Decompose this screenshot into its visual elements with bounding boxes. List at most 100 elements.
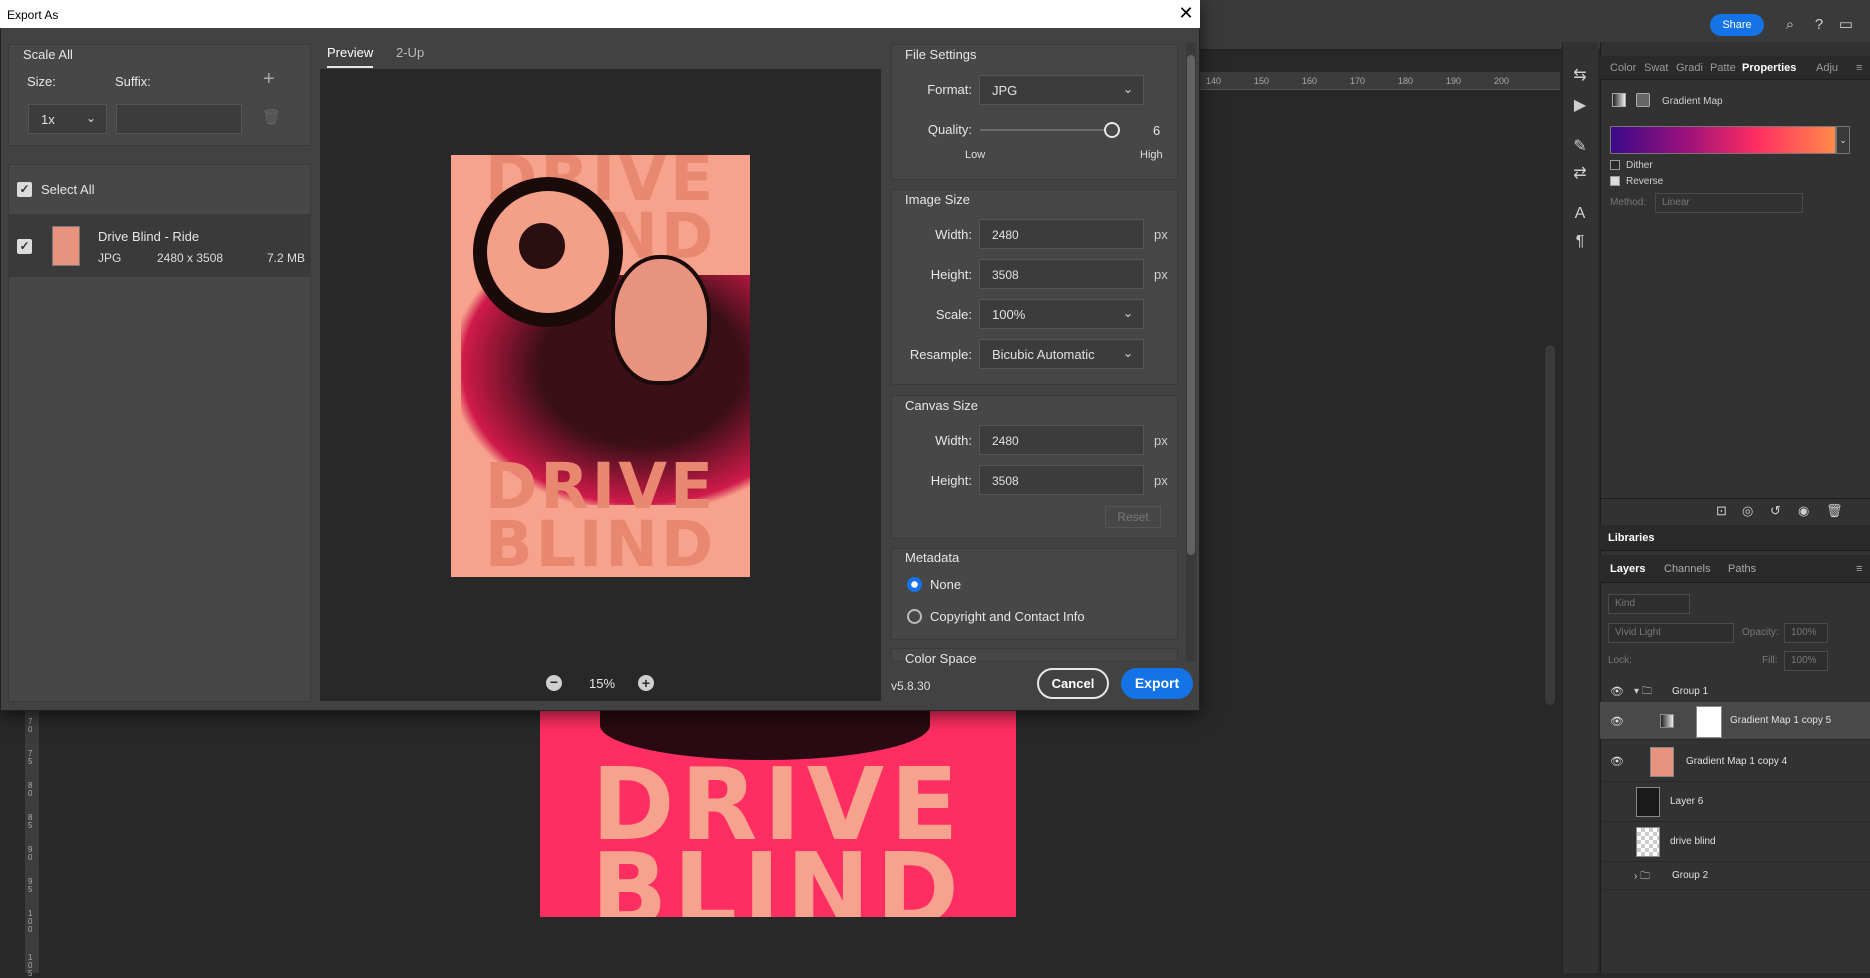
select-all-checkbox[interactable]: ✓	[17, 182, 32, 197]
format-label: Format:	[927, 82, 972, 97]
layer-row[interactable]: › 🗀 Group 2	[1600, 862, 1870, 890]
paragraph-icon[interactable]: ¶	[1568, 230, 1592, 254]
horizontal-ruler: 140 150 160 170 180 190 200	[1200, 72, 1560, 90]
unit-label: px	[1154, 433, 1168, 448]
clip-to-layer-icon[interactable]: ⊡	[1716, 503, 1727, 519]
fill-field[interactable]: 100%	[1784, 651, 1828, 671]
suffix-label: Suffix:	[115, 74, 151, 89]
layer-name: Gradient Map 1 copy 4	[1686, 756, 1788, 767]
tab-paths[interactable]: Paths	[1728, 563, 1756, 575]
eye-icon[interactable]: 👁	[1610, 715, 1624, 729]
tab-swatches[interactable]: Swat	[1644, 62, 1668, 74]
view-previous-icon[interactable]: ◎	[1742, 503, 1753, 519]
gradient-map-icon	[1612, 93, 1626, 107]
tab-properties[interactable]: Properties	[1742, 62, 1796, 74]
tab-color[interactable]: Color	[1610, 62, 1636, 74]
delete-scale-icon[interactable]: 🗑	[262, 108, 281, 126]
format-select[interactable]: JPG ⌄	[979, 75, 1144, 105]
scale-select[interactable]: 100% ⌄	[979, 299, 1144, 329]
gradient-picker[interactable]	[1610, 126, 1836, 154]
gradient-dropdown-icon[interactable]: ⌄	[1836, 126, 1850, 154]
layer-filter-kind[interactable]: Kind	[1608, 594, 1690, 614]
help-icon[interactable]: ?	[1809, 15, 1829, 35]
tab-gradients[interactable]: Gradi	[1676, 62, 1703, 74]
layers-tabbar: Layers Channels Paths ≡	[1600, 555, 1870, 583]
file-checkbox[interactable]: ✓	[17, 239, 32, 254]
metadata-none-radio[interactable]	[907, 577, 922, 592]
lock-label: Lock:	[1608, 655, 1632, 666]
folder-icon: › 🗀	[1634, 871, 1651, 882]
chevron-down-icon: ⌄	[1122, 82, 1133, 96]
zoom-out-icon[interactable]: −	[546, 675, 562, 691]
quality-label: Quality:	[927, 122, 972, 137]
tab-preview[interactable]: Preview	[327, 45, 373, 60]
close-icon[interactable]: ✕	[1176, 3, 1196, 23]
character-icon[interactable]: A	[1568, 202, 1592, 226]
cancel-button[interactable]: Cancel	[1037, 668, 1109, 699]
canvas-width-input[interactable]: 2480	[979, 425, 1144, 455]
tab-2-up[interactable]: 2-Up	[396, 45, 424, 60]
workspace-icon[interactable]: ▭	[1836, 15, 1856, 35]
ruler-tick: 180	[1398, 76, 1414, 86]
mask-icon[interactable]	[1636, 93, 1650, 107]
quality-low-label: Low	[965, 149, 986, 161]
ruler-tick: 200	[1494, 76, 1510, 86]
dither-checkbox[interactable]	[1610, 160, 1620, 170]
reverse-checkbox[interactable]	[1610, 176, 1620, 186]
tab-patterns[interactable]: Patte	[1710, 62, 1736, 74]
canvas-height-input[interactable]: 3508	[979, 465, 1144, 495]
panel-menu-icon[interactable]: ≡	[1856, 62, 1862, 74]
size-select[interactable]: 1x ⌄	[28, 104, 107, 134]
vertical-ruler: 7 0 7 5 8 0 8 5 9 0 9 5 1 0 0 1 0 5	[25, 710, 39, 978]
opacity-field[interactable]: 100%	[1784, 623, 1828, 643]
image-width-input[interactable]: 2480	[979, 219, 1144, 249]
eye-icon[interactable]: 👁	[1610, 685, 1624, 699]
reset-icon[interactable]: ↺	[1770, 503, 1781, 519]
reset-button[interactable]: Reset	[1105, 506, 1161, 528]
export-button[interactable]: Export	[1121, 668, 1193, 699]
file-thumbnail	[52, 226, 80, 266]
layer-row[interactable]: Layer 6	[1600, 782, 1870, 822]
folder-icon: ▾ 🗀	[1634, 686, 1652, 697]
libraries-panel-tab[interactable]: Libraries	[1600, 525, 1870, 551]
blend-mode-select[interactable]: Vivid Light	[1608, 623, 1734, 643]
document-canvas[interactable]: DRIVE BLIND	[540, 710, 1016, 917]
tab-channels[interactable]: Channels	[1664, 563, 1710, 575]
play-actions-icon[interactable]: ▶	[1568, 94, 1592, 118]
quality-slider-thumb[interactable]	[1104, 122, 1120, 138]
file-settings-section	[891, 44, 1178, 180]
quality-slider-track[interactable]	[980, 129, 1113, 131]
canvas-artwork-text-2: BLIND	[591, 831, 965, 918]
layer-row[interactable]: drive blind	[1600, 822, 1870, 862]
tab-layers[interactable]: Layers	[1610, 563, 1645, 575]
add-scale-icon[interactable]: +	[263, 68, 275, 91]
metadata-copyright-radio[interactable]	[907, 609, 922, 624]
search-icon[interactable]: ⌕	[1780, 15, 1800, 35]
history-icon[interactable]: ⇆	[1568, 64, 1592, 88]
settings-scrollbar-thumb[interactable]	[1187, 55, 1195, 555]
layer-row[interactable]: 👁 Gradient Map 1 copy 5	[1600, 702, 1870, 740]
layer-name: Group 2	[1672, 870, 1709, 881]
ruler-tick: 1 0 0	[28, 909, 33, 934]
panel-menu-icon[interactable]: ≡	[1856, 563, 1862, 575]
trash-icon[interactable]: 🗑	[1826, 503, 1843, 519]
brush-settings-icon[interactable]: ✎	[1568, 135, 1592, 159]
active-tab-indicator	[327, 66, 373, 68]
mask-thumbnail[interactable]	[1696, 706, 1722, 738]
method-select[interactable]: Linear	[1655, 193, 1803, 213]
zoom-in-icon[interactable]: +	[638, 675, 654, 691]
tab-adjustments[interactable]: Adju	[1816, 62, 1838, 74]
resample-select[interactable]: Bicubic Automatic ⌄	[979, 339, 1144, 369]
quality-value: 6	[1153, 123, 1161, 138]
ruler-tick: 160	[1302, 76, 1318, 86]
suffix-input[interactable]	[116, 104, 242, 134]
adjustments-icon[interactable]: ⇄	[1568, 162, 1592, 186]
layer-thumbnail	[1636, 827, 1660, 857]
image-size-heading: Image Size	[905, 192, 971, 207]
image-height-input[interactable]: 3508	[979, 259, 1144, 289]
eye-icon[interactable]: 👁	[1610, 755, 1624, 769]
visibility-icon[interactable]: ◉	[1798, 503, 1809, 519]
share-button[interactable]: Share	[1710, 14, 1764, 36]
canvas-scrollbar[interactable]	[1545, 345, 1555, 705]
layer-row[interactable]: 👁 Gradient Map 1 copy 4	[1600, 742, 1870, 782]
